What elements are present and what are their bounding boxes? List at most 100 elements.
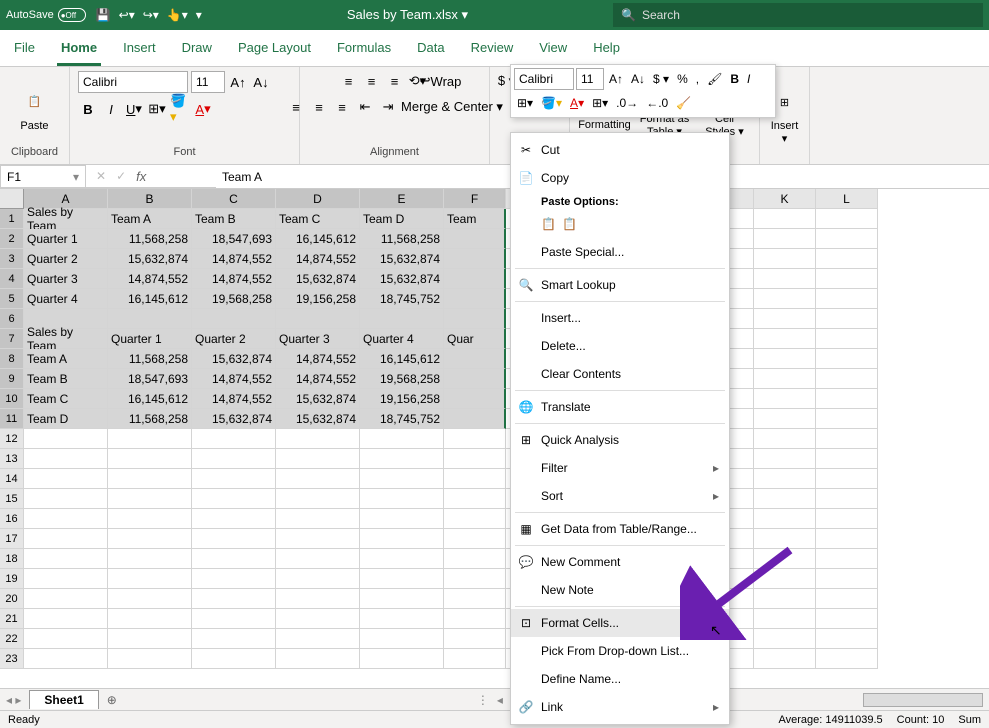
cell[interactable] bbox=[24, 529, 108, 549]
cell[interactable] bbox=[754, 409, 816, 429]
ctx-filter[interactable]: Filter▸ bbox=[511, 454, 729, 482]
tab-review[interactable]: Review bbox=[467, 36, 518, 66]
cell[interactable] bbox=[754, 369, 816, 389]
ctx-sort[interactable]: Sort▸ bbox=[511, 482, 729, 510]
mini-format-painter-icon[interactable]: 🖌 bbox=[704, 68, 725, 90]
cell[interactable] bbox=[360, 469, 444, 489]
fill-color-button[interactable]: 🪣▾ bbox=[170, 99, 190, 119]
cell[interactable] bbox=[444, 249, 506, 269]
cell[interactable] bbox=[276, 429, 360, 449]
cell[interactable]: Quarter 3 bbox=[24, 269, 108, 289]
cell[interactable]: 15,632,874 bbox=[360, 249, 444, 269]
horizontal-scrollbar[interactable] bbox=[863, 693, 983, 707]
font-family-select[interactable] bbox=[78, 71, 188, 93]
col-header[interactable]: F bbox=[444, 189, 506, 209]
mini-fill-color-icon[interactable]: 🪣▾ bbox=[538, 92, 565, 114]
col-header[interactable]: K bbox=[754, 189, 816, 209]
cell[interactable]: 15,632,874 bbox=[276, 389, 360, 409]
col-header[interactable]: E bbox=[360, 189, 444, 209]
paste-button[interactable]: 📋 Paste bbox=[8, 86, 62, 132]
cell[interactable] bbox=[816, 269, 878, 289]
cell[interactable] bbox=[276, 609, 360, 629]
align-left-icon[interactable]: ≡ bbox=[286, 97, 306, 117]
cell[interactable]: 14,874,552 bbox=[276, 249, 360, 269]
cell[interactable] bbox=[444, 469, 506, 489]
cell[interactable] bbox=[276, 309, 360, 329]
cell[interactable]: Team D bbox=[24, 409, 108, 429]
cell[interactable] bbox=[108, 569, 192, 589]
cell[interactable] bbox=[276, 529, 360, 549]
cell[interactable] bbox=[24, 429, 108, 449]
ctx-paste-options[interactable]: 📋 📋 bbox=[511, 210, 729, 238]
ctx-link[interactable]: 🔗Link▸ bbox=[511, 693, 729, 721]
cell[interactable] bbox=[444, 629, 506, 649]
borders-button[interactable]: ⊞▾ bbox=[147, 99, 167, 119]
row-header[interactable]: 2 bbox=[0, 229, 24, 249]
cell[interactable]: 19,568,258 bbox=[192, 289, 276, 309]
cell[interactable] bbox=[24, 449, 108, 469]
row-header[interactable]: 15 bbox=[0, 489, 24, 509]
tab-insert[interactable]: Insert bbox=[119, 36, 160, 66]
cell[interactable] bbox=[754, 549, 816, 569]
cell[interactable] bbox=[360, 449, 444, 469]
cell[interactable] bbox=[444, 229, 506, 249]
cell[interactable] bbox=[360, 609, 444, 629]
cell[interactable] bbox=[192, 309, 276, 329]
row-header[interactable]: 7 bbox=[0, 329, 24, 349]
name-box[interactable]: F1▾ bbox=[0, 165, 86, 188]
spreadsheet-grid[interactable]: ABCDEFGHIJKL1Sales by TeamTeam ATeam BTe… bbox=[0, 189, 989, 669]
cell[interactable] bbox=[108, 549, 192, 569]
cell[interactable] bbox=[360, 429, 444, 449]
paste-transpose-icon[interactable]: 📋 bbox=[562, 217, 577, 231]
cell[interactable] bbox=[276, 589, 360, 609]
cell[interactable] bbox=[754, 309, 816, 329]
ctx-delete[interactable]: Delete... bbox=[511, 332, 729, 360]
search-box[interactable]: 🔍 Search bbox=[613, 3, 983, 27]
cell[interactable] bbox=[276, 629, 360, 649]
cell[interactable] bbox=[816, 329, 878, 349]
cell[interactable]: 16,145,612 bbox=[108, 389, 192, 409]
mini-increase-font-icon[interactable]: A↑ bbox=[606, 68, 626, 90]
cell[interactable] bbox=[192, 549, 276, 569]
row-header[interactable]: 18 bbox=[0, 549, 24, 569]
cell[interactable] bbox=[816, 309, 878, 329]
cell[interactable] bbox=[108, 629, 192, 649]
row-header[interactable]: 22 bbox=[0, 629, 24, 649]
row-header[interactable]: 13 bbox=[0, 449, 24, 469]
tab-view[interactable]: View bbox=[535, 36, 571, 66]
mini-decrease-font-icon[interactable]: A↓ bbox=[628, 68, 648, 90]
ctx-pick-list[interactable]: Pick From Drop-down List... bbox=[511, 637, 729, 665]
cell[interactable]: Quarter 1 bbox=[108, 329, 192, 349]
cell[interactable]: 16,145,612 bbox=[360, 349, 444, 369]
tab-file[interactable]: File bbox=[10, 36, 39, 66]
cell[interactable] bbox=[754, 209, 816, 229]
cell[interactable] bbox=[276, 469, 360, 489]
ctx-insert[interactable]: Insert... bbox=[511, 304, 729, 332]
cell[interactable] bbox=[192, 489, 276, 509]
cell[interactable] bbox=[816, 529, 878, 549]
cell[interactable] bbox=[444, 289, 506, 309]
wrap-text-button[interactable]: ↩Wrap bbox=[431, 71, 451, 91]
cell[interactable]: 19,568,258 bbox=[360, 369, 444, 389]
cell[interactable]: 15,632,874 bbox=[276, 409, 360, 429]
cell[interactable] bbox=[24, 509, 108, 529]
cell[interactable] bbox=[192, 649, 276, 669]
cell[interactable]: Team C bbox=[24, 389, 108, 409]
cell[interactable] bbox=[754, 389, 816, 409]
cell[interactable] bbox=[24, 469, 108, 489]
col-header[interactable]: L bbox=[816, 189, 878, 209]
cell[interactable]: 14,874,552 bbox=[108, 269, 192, 289]
cell[interactable] bbox=[192, 429, 276, 449]
row-header[interactable]: 9 bbox=[0, 369, 24, 389]
cell[interactable]: Quarter 3 bbox=[276, 329, 360, 349]
cell[interactable] bbox=[754, 229, 816, 249]
cell[interactable]: 16,145,612 bbox=[108, 289, 192, 309]
cell[interactable] bbox=[816, 469, 878, 489]
cell[interactable] bbox=[108, 469, 192, 489]
cell[interactable] bbox=[444, 509, 506, 529]
cell[interactable] bbox=[108, 649, 192, 669]
row-header[interactable]: 1 bbox=[0, 209, 24, 229]
mini-font-size[interactable] bbox=[576, 68, 604, 90]
cell[interactable]: 18,547,693 bbox=[108, 369, 192, 389]
cell[interactable]: 16,145,612 bbox=[276, 229, 360, 249]
